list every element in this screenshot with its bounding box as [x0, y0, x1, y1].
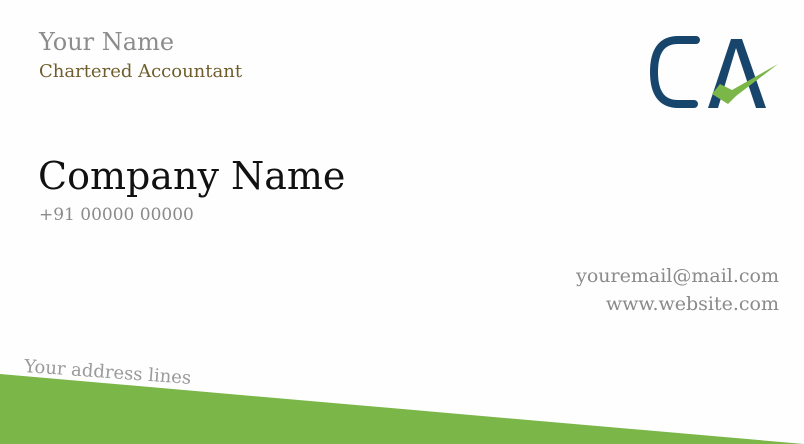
phone-number: +91 00000 00000 [39, 205, 194, 225]
business-card: Your Name Chartered Accountant Company N… [0, 0, 804, 444]
job-title: Chartered Accountant [39, 61, 243, 82]
person-name: Your Name [39, 28, 175, 56]
website-text: www.website.com [605, 293, 779, 315]
company-name: Company Name [38, 154, 346, 198]
ca-logo-icon [649, 36, 778, 108]
contact-block: youremail@mail.com www.website.com [576, 262, 779, 318]
email-text: youremail@mail.com [576, 265, 779, 287]
